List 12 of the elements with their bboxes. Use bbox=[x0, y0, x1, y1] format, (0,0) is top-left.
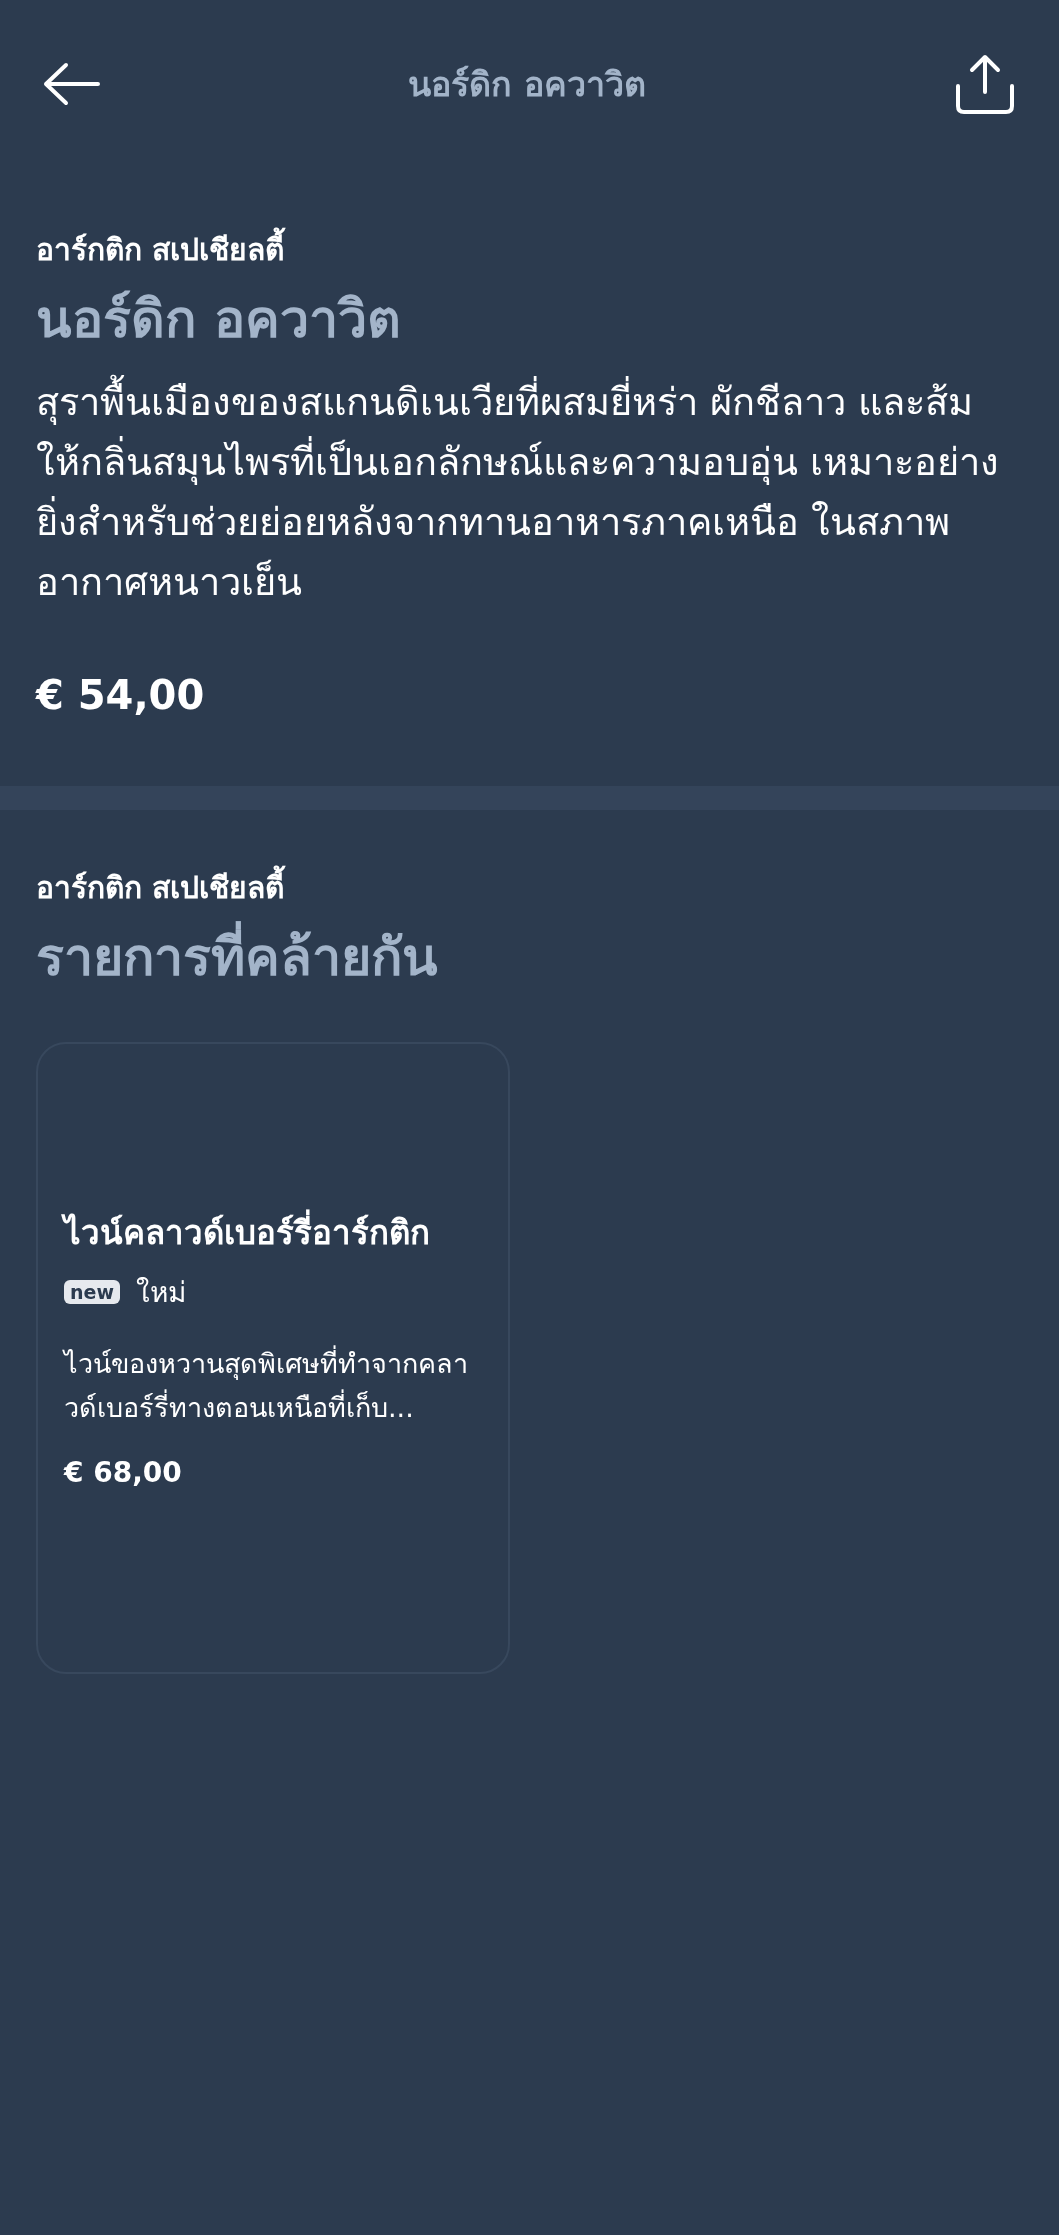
share-icon[interactable] bbox=[954, 54, 1016, 114]
card-description: ไวน์ของหวานสุดพิเศษที่ทำจากคลาวด์เบอร์รี่ทางตอนเหนือที่เก็บ... bbox=[64, 1342, 482, 1430]
product-price: € 54,00 bbox=[36, 672, 206, 718]
product-card[interactable]: ไวน์คลาวด์เบอร์รี่อาร์กติก new ใหม่ ไวน์ของหวานสุดพิเศษที่ทำจากคลาวด์เบอร์รี่ทางตอนเหนือที่เก็บ... € 68,00 bbox=[36, 1042, 510, 1674]
new-badge: new bbox=[64, 1280, 120, 1304]
product-description: สุราพื้นเมืองของสแกนดิเนเวียที่ผสมยี่หร่า ผักชีลาว และส้ม ให้กลิ่นสมุนไพรที่เป็นเอกลักษณ์และความอบอุ่น เหมาะอย่างยิ่งสำหรับช่วยย่อยหลังจากทานอาหารภาคเหนือ ในสภาพอากาศหนาวเย็น bbox=[36, 372, 1026, 612]
card-price: € 68,00 bbox=[64, 1456, 183, 1489]
badge-label: ใหม่ bbox=[135, 1275, 186, 1311]
page-title: นอร์ดิก อควาวิต bbox=[408, 63, 646, 106]
product-name: นอร์ดิก อควาวิต bbox=[36, 288, 403, 351]
section-heading: รายการที่คล้ายกัน bbox=[36, 922, 1023, 992]
back-arrow-icon[interactable] bbox=[42, 62, 100, 106]
